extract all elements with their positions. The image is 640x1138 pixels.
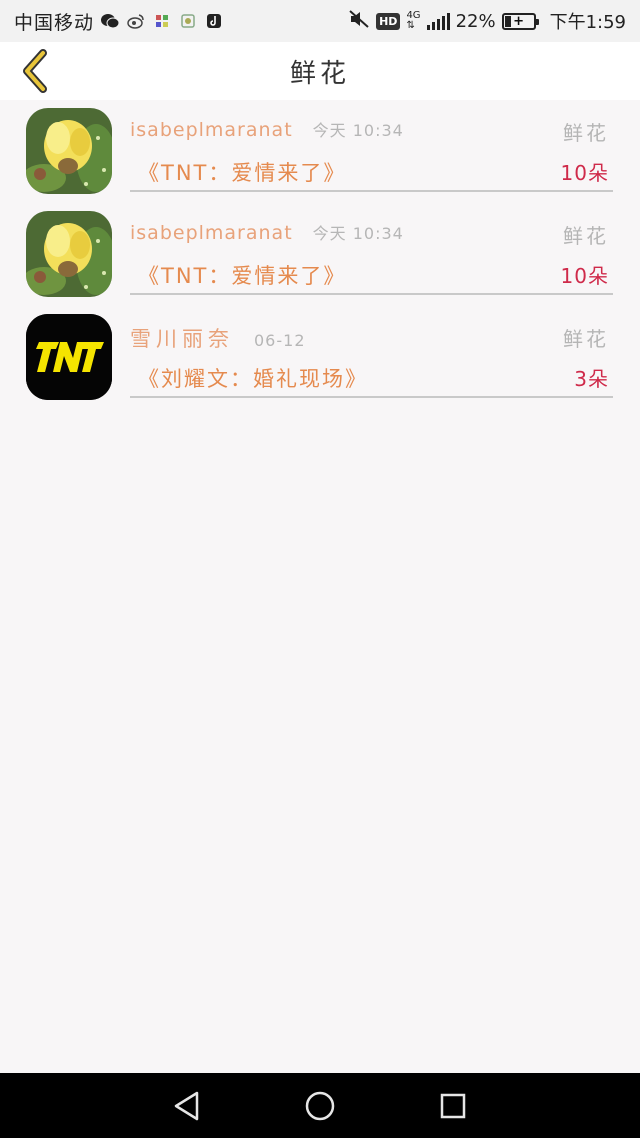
app-notification-icon [152, 12, 172, 30]
gift-category: 鲜花 [563, 327, 609, 351]
work-title[interactable]: 《TNT：爱情来了》 [138, 157, 346, 187]
flower-quantity: 10朵 [560, 264, 609, 288]
cactus-flower-image [26, 108, 112, 194]
timestamp: 06-12 [254, 331, 306, 350]
timestamp: 今天 10:34 [312, 224, 404, 243]
avatar[interactable] [26, 211, 112, 297]
flower-quantity: 3朵 [574, 367, 609, 391]
list-item-content: 雪川丽奈 06-12 鲜花 《刘耀文：婚礼现场》 3朵 [130, 306, 613, 398]
circle-home-icon [305, 1091, 335, 1120]
username[interactable]: isabeplmaranat [130, 222, 293, 244]
gift-category: 鲜花 [563, 121, 609, 145]
avatar[interactable] [26, 108, 112, 194]
list-item-content: isabeplmaranat 今天 10:34 鲜花 《TNT：爱情来了》 10… [130, 203, 613, 295]
status-bar: 中国移动 HD 4G ⇅ 22% + 下午1:59 [0, 0, 640, 42]
carrier-label: 中国移动 [14, 11, 95, 34]
chevron-left-icon [23, 49, 47, 93]
work-title[interactable]: 《TNT：爱情来了》 [138, 260, 346, 290]
list-item-content: isabeplmaranat 今天 10:34 鲜花 《TNT：爱情来了》 10… [130, 100, 613, 192]
nav-back-button[interactable] [162, 1081, 212, 1131]
cactus-flower-image [26, 211, 112, 297]
network-type: 4G ⇅ [406, 10, 421, 31]
system-nav-bar [0, 1073, 640, 1138]
mute-icon [348, 9, 370, 34]
avatar[interactable] [26, 314, 112, 400]
battery-percent: 22% [455, 10, 496, 32]
tnt-logo-image [26, 314, 112, 400]
timestamp: 今天 10:34 [312, 121, 404, 140]
username[interactable]: isabeplmaranat [130, 119, 293, 141]
gift-category: 鲜花 [563, 224, 609, 248]
page-title: 鲜花 [289, 58, 350, 89]
wechat-icon [100, 12, 120, 30]
signal-icon [426, 12, 450, 30]
flower-quantity: 10朵 [560, 161, 609, 185]
triangle-back-icon [174, 1091, 198, 1120]
nav-recents-button[interactable] [428, 1081, 478, 1131]
list-item[interactable]: isabeplmaranat 今天 10:34 鲜花 《TNT：爱情来了》 10… [0, 203, 640, 306]
nav-home-button[interactable] [295, 1081, 345, 1131]
douyin-icon [204, 12, 224, 30]
app-notification-icon [178, 12, 198, 30]
back-button[interactable] [14, 48, 54, 94]
clock: 下午1:59 [549, 12, 626, 33]
list-item[interactable]: isabeplmaranat 今天 10:34 鲜花 《TNT：爱情来了》 10… [0, 100, 640, 203]
work-title[interactable]: 《刘耀文：婚礼现场》 [138, 363, 368, 393]
list-item[interactable]: 雪川丽奈 06-12 鲜花 《刘耀文：婚礼现场》 3朵 [0, 306, 640, 409]
square-recents-icon [441, 1093, 466, 1118]
page-header: 鲜花 [0, 42, 640, 100]
flower-record-list: isabeplmaranat 今天 10:34 鲜花 《TNT：爱情来了》 10… [0, 100, 640, 409]
username[interactable]: 雪川丽奈 [130, 323, 234, 353]
hd-badge: HD [376, 12, 401, 30]
weibo-icon [126, 12, 146, 30]
battery-icon: + [501, 12, 539, 30]
